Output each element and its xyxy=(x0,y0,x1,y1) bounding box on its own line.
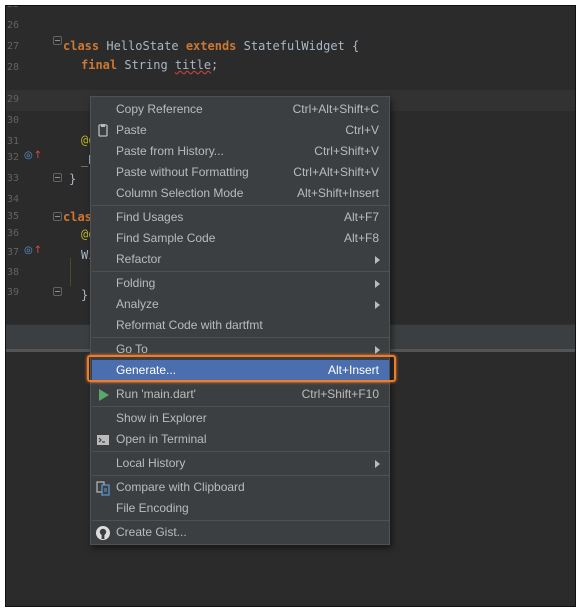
highlight-outline xyxy=(87,355,396,382)
override-method-icon[interactable]: ◎↑ xyxy=(24,245,42,256)
context-menu: Copy Reference Ctrl+Alt+Shift+C Paste Ctrl… xyxy=(90,96,390,545)
menu-item-folding[interactable]: Folding xyxy=(92,273,389,294)
override-method-icon[interactable]: ◎↑ xyxy=(24,150,42,161)
github-icon xyxy=(95,525,111,541)
line-number: 26 xyxy=(6,20,19,31)
fold-marker[interactable] xyxy=(53,212,62,221)
menu-item-reformat-code[interactable]: Reformat Code with dartfmt xyxy=(92,315,389,336)
menu-item-compare-with-clipboard[interactable]: Compare with Clipboard xyxy=(92,477,389,498)
line-number: 35 xyxy=(6,211,19,222)
clipboard-icon xyxy=(95,123,111,139)
line-number: 36 xyxy=(6,228,19,239)
menu-item-find-usages[interactable]: Find Usages Alt+F7 xyxy=(92,207,389,228)
menu-item-paste-without-formatting[interactable]: Paste without Formatting Ctrl+Alt+Shift+V xyxy=(92,162,389,183)
fold-marker[interactable] xyxy=(53,287,62,296)
line-number: 29 xyxy=(6,94,19,105)
line-number: 34 xyxy=(6,194,19,205)
code-line-26: class HelloState extends StatefulWidget … xyxy=(63,39,360,53)
line-number: 37 xyxy=(6,247,19,258)
menu-item-column-selection-mode[interactable]: Column Selection Mode Alt+Shift+Insert xyxy=(92,183,389,204)
line-number: 27 xyxy=(6,41,19,52)
line-number: 32 xyxy=(6,152,19,163)
line-number: 30 xyxy=(6,115,19,126)
submenu-arrow-icon xyxy=(375,460,380,468)
menu-separator xyxy=(92,271,389,272)
menu-separator xyxy=(92,451,389,452)
menu-item-show-in-explorer[interactable]: Show in Explorer xyxy=(92,408,389,429)
line-number: 33 xyxy=(6,173,19,184)
run-icon xyxy=(95,387,111,403)
code-line-27: final String title; xyxy=(81,58,219,72)
line-number: 25 xyxy=(6,6,19,10)
menu-separator xyxy=(92,337,389,338)
menu-item-run-main[interactable]: Run 'main.dart' Ctrl+Shift+F10 xyxy=(92,384,389,405)
line-number: 31 xyxy=(6,136,19,147)
menu-item-find-sample-code[interactable]: Find Sample Code Alt+F8 xyxy=(92,228,389,249)
gutter-line-29: 29 xyxy=(6,90,62,111)
gutter-line-36: 36 xyxy=(6,224,62,245)
terminal-icon xyxy=(95,432,111,448)
menu-separator xyxy=(92,406,389,407)
submenu-arrow-icon xyxy=(375,346,380,354)
menu-item-paste[interactable]: Paste Ctrl+V xyxy=(92,120,389,141)
line-number: 28 xyxy=(6,62,19,73)
gutter-line-30: 30 xyxy=(6,111,62,132)
code-line-33: } xyxy=(69,172,77,186)
gutter-line-25: 25 xyxy=(6,6,62,16)
menu-item-analyze[interactable]: Analyze xyxy=(92,294,389,315)
menu-item-create-gist[interactable]: Create Gist... xyxy=(92,522,389,543)
menu-separator xyxy=(92,475,389,476)
menu-separator xyxy=(92,382,389,383)
submenu-arrow-icon xyxy=(375,256,380,264)
menu-item-copy-reference[interactable]: Copy Reference Ctrl+Alt+Shift+C xyxy=(92,99,389,120)
menu-separator xyxy=(92,520,389,521)
fold-marker[interactable] xyxy=(53,36,62,45)
line-number: 39 xyxy=(6,287,19,298)
fold-marker[interactable] xyxy=(53,173,62,182)
gutter-line-28: 28 xyxy=(6,58,62,79)
menu-item-paste-from-history[interactable]: Paste from History... Ctrl+Shift+V xyxy=(92,141,389,162)
compare-icon xyxy=(95,480,111,496)
line-number: 38 xyxy=(6,267,19,278)
gutter-line-26: 26 xyxy=(6,16,62,37)
submenu-arrow-icon xyxy=(375,280,380,288)
indent-guide xyxy=(70,258,71,286)
menu-item-file-encoding[interactable]: File Encoding xyxy=(92,498,389,519)
gutter-line-38: 38 xyxy=(6,263,62,284)
menu-item-local-history[interactable]: Local History xyxy=(92,453,389,474)
menu-separator xyxy=(92,205,389,206)
menu-item-open-in-terminal[interactable]: Open in Terminal xyxy=(92,429,389,450)
menu-item-refactor[interactable]: Refactor xyxy=(92,249,389,270)
code-line-39: } xyxy=(81,288,89,302)
submenu-arrow-icon xyxy=(375,301,380,309)
